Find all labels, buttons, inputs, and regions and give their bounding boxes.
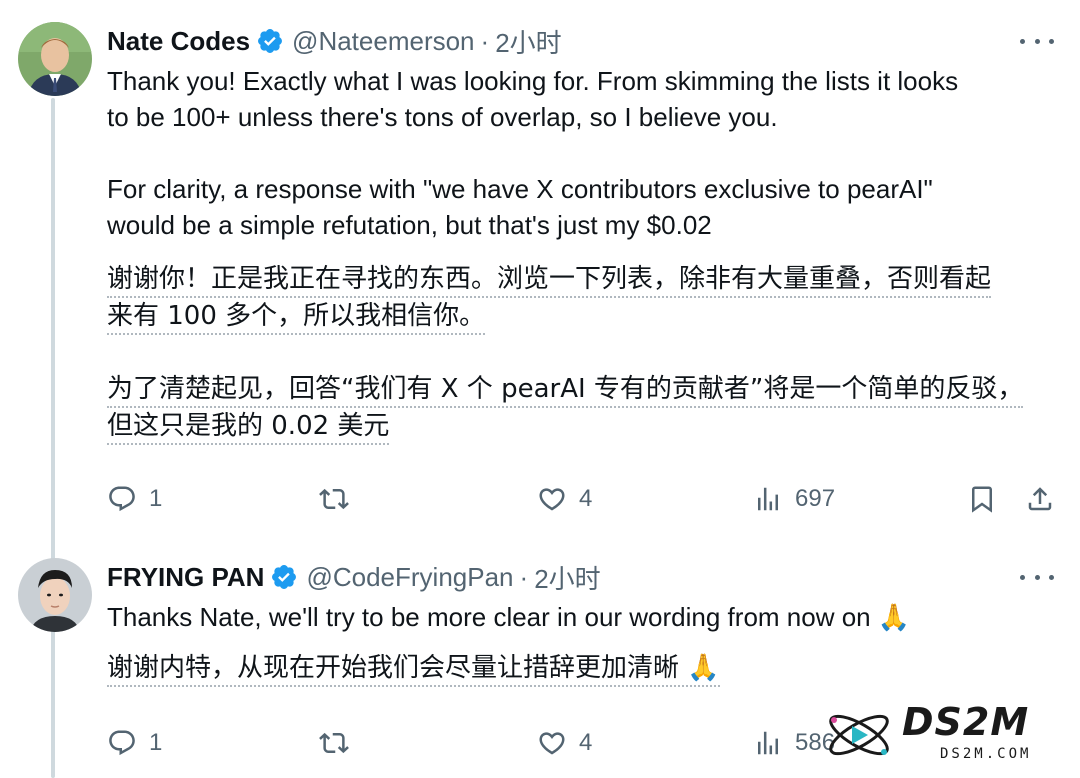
tweet-actions: 1 4 697 xyxy=(107,482,1057,516)
like-count: 4 xyxy=(579,729,593,756)
timestamp[interactable]: 2小时 xyxy=(534,559,600,596)
views-chart-icon xyxy=(758,487,778,511)
retweet-icon xyxy=(319,488,349,510)
translation-line: 为了清楚起见，回答“我们有 X 个 pearAI 专有的贡献者”将是一个简单的反… xyxy=(107,372,1024,408)
user-handle[interactable]: @Nateemerson xyxy=(292,26,474,57)
like-count: 4 xyxy=(579,485,593,512)
reply-button[interactable]: 1 xyxy=(107,482,162,516)
views-button[interactable]: 697 xyxy=(753,482,835,516)
user-handle[interactable]: @CodeFryingPan xyxy=(306,562,513,593)
avatar[interactable] xyxy=(18,558,92,632)
display-name[interactable]: FRYING PAN xyxy=(107,562,264,593)
site-watermark: DS2M DS2M.COM xyxy=(822,700,1072,770)
translation-gap xyxy=(107,335,1052,371)
retweet-button[interactable] xyxy=(319,726,361,760)
heart-icon xyxy=(539,488,565,511)
watermark-domain: DS2M.COM xyxy=(940,746,1032,762)
display-name[interactable]: Nate Codes xyxy=(107,26,250,57)
retweet-button[interactable] xyxy=(319,482,361,516)
timestamp[interactable]: 2小时 xyxy=(495,23,561,60)
translation-line: 但这只是我的 0.02 美元 xyxy=(107,409,390,445)
reply-icon xyxy=(109,730,135,756)
translation-line: 谢谢你！正是我正在寻找的东西。浏览一下列表，除非有大量重叠，否则看起 xyxy=(107,262,992,298)
bookmark-button[interactable] xyxy=(967,482,997,516)
reply-count: 1 xyxy=(149,729,163,756)
separator-dot: · xyxy=(480,25,490,56)
share-button[interactable] xyxy=(1025,482,1055,516)
watermark-brand: DS2M xyxy=(902,700,1030,744)
tweet-text: Thank you! Exactly what I was looking fo… xyxy=(107,66,959,240)
reply-icon xyxy=(109,486,135,512)
tweet-header: Nate Codes @Nateemerson · 2小时 xyxy=(107,24,562,58)
verified-badge-icon xyxy=(258,29,283,53)
translation-line: 谢谢内特，从现在开始我们会尽量让措辞更加清晰 🙏 xyxy=(107,651,720,687)
like-button[interactable]: 4 xyxy=(537,482,592,516)
share-icon xyxy=(1028,487,1052,511)
like-button[interactable]: 4 xyxy=(537,726,592,760)
views-chart-icon xyxy=(758,731,778,755)
tweet-header: FRYING PAN @CodeFryingPan · 2小时 xyxy=(107,560,601,594)
bookmark-icon xyxy=(972,486,992,513)
tweet[interactable]: Nate Codes @Nateemerson · 2小时 Thank you!… xyxy=(0,0,1080,540)
view-count: 697 xyxy=(795,485,836,512)
tweet-text: Thanks Nate, we'll try to be more clear … xyxy=(107,602,911,632)
reply-count: 1 xyxy=(149,485,163,512)
more-options-icon[interactable] xyxy=(1020,31,1054,51)
translation-line: 来有 100 多个，所以我相信你。 xyxy=(107,299,486,335)
reply-button[interactable]: 1 xyxy=(107,726,162,760)
avatar[interactable] xyxy=(18,22,92,96)
tweet-translation: 谢谢内特，从现在开始我们会尽量让措辞更加清晰 🙏 xyxy=(107,650,1052,687)
heart-icon xyxy=(539,732,565,755)
atom-logo-icon xyxy=(829,714,889,756)
retweet-icon xyxy=(319,732,349,754)
tweet-translation: 谢谢你！正是我正在寻找的东西。浏览一下列表，除非有大量重叠，否则看起 来有 10… xyxy=(107,261,1052,445)
more-options-icon[interactable] xyxy=(1020,567,1054,587)
verified-badge-icon xyxy=(272,565,297,589)
separator-dot: · xyxy=(519,561,529,592)
